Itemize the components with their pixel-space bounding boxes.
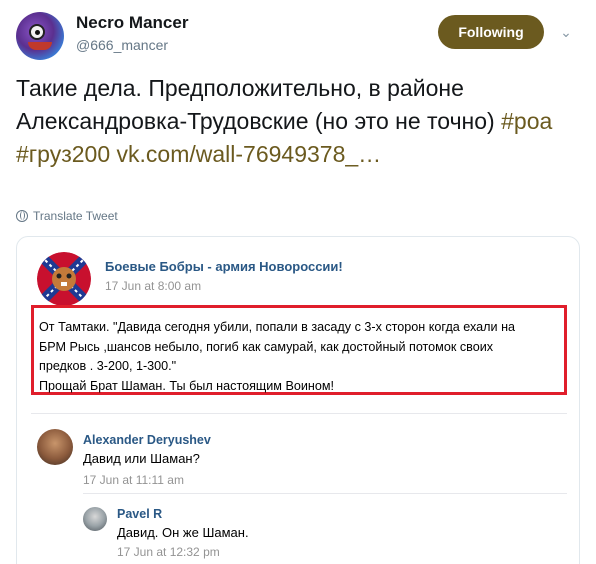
highlighted-post-text: От Тамтаки. "Давида сегодня убили, попал… — [31, 305, 567, 395]
avatar-mouth — [28, 42, 52, 50]
author-avatar[interactable] — [16, 12, 64, 60]
reply-text: Давид. Он же Шаман. — [117, 525, 249, 540]
reply-avatar — [83, 507, 107, 531]
post-date: 17 Jun at 8:00 am — [105, 279, 202, 293]
divider — [83, 493, 567, 494]
divider — [31, 413, 567, 414]
commenter-name: Alexander Deryushev — [83, 433, 211, 447]
tweet-link[interactable]: vk.com/wall-76949378_… — [117, 141, 382, 167]
reply-date: 17 Jun at 12:32 pm — [117, 545, 220, 559]
novorossiya-flag-icon — [37, 252, 91, 306]
group-avatar — [37, 252, 91, 306]
commenter-avatar — [37, 429, 73, 465]
post-line: Прощай Брат Шаман. Ты был настоящим Воин… — [39, 378, 334, 393]
translate-label[interactable]: Translate Tweet — [33, 209, 118, 223]
globe-icon — [16, 210, 28, 222]
author-handle[interactable]: @666_mancer — [76, 37, 168, 53]
tweet-text-main: Такие дела. Предположительно, в районе А… — [16, 75, 502, 134]
following-button[interactable]: Following — [438, 15, 544, 49]
comment-text: Давид или Шаман? — [83, 451, 200, 466]
comment-date: 17 Jun at 11:11 am — [83, 473, 184, 487]
embedded-image[interactable]: Боевые Бобры - армия Новороссии! 17 Jun … — [16, 236, 580, 564]
chevron-down-icon[interactable]: ⌄ — [556, 22, 576, 42]
reply-author-name: Pavel R — [117, 507, 163, 521]
post-line: предков . 3-200, 1-300." — [39, 359, 177, 374]
avatar-eye — [29, 24, 45, 40]
tweet-text: Такие дела. Предположительно, в районе А… — [16, 72, 582, 171]
author-display-name[interactable]: Necro Mancer — [76, 13, 188, 33]
post-line: БРМ Рысь ,шансов небыло, погиб как самур… — [39, 339, 494, 354]
tweet-header: Necro Mancer @666_mancer Following ⌄ — [16, 10, 580, 62]
translate-tweet[interactable]: Translate Tweet — [16, 209, 118, 223]
hashtag-gruz200[interactable]: #груз200 — [16, 141, 110, 167]
post-line: От Тамтаки. "Давида сегодня убили, попал… — [39, 320, 516, 334]
hashtag-roa[interactable]: #роа — [501, 108, 552, 134]
group-name: Боевые Бобры - армия Новороссии! — [105, 259, 343, 274]
